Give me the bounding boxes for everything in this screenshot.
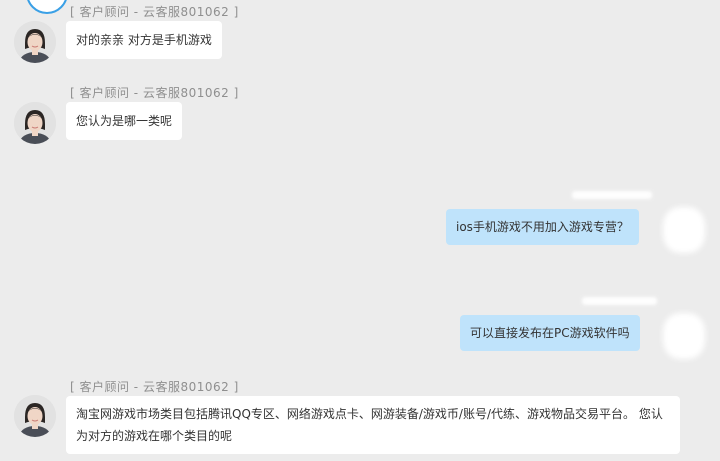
agent-message-bubble: 对的亲亲 对方是手机游戏: [66, 21, 222, 59]
agent-message-bubble: 您认为是哪一类呢: [66, 102, 183, 140]
user-message-bubble: ios手机游戏不用加入游戏专营？: [446, 209, 639, 245]
agent-avatar: [14, 102, 56, 144]
agent-avatar: [14, 395, 56, 437]
message-text: 您认为是哪一类呢: [76, 114, 173, 128]
redacted-user-avatar: [663, 313, 705, 359]
chat-window: [ 客户顾问 - 云客服801062 ] 对的亲亲 对方是手机游戏 [ 客户顾问…: [0, 0, 720, 461]
sender-label: [ 客户顾问 - 云客服801062 ]: [70, 5, 239, 19]
redacted-user-name: [572, 191, 652, 199]
redacted-user-name: [582, 297, 657, 305]
user-message-bubble: 可以直接发布在PC游戏软件吗: [460, 315, 640, 351]
message-text: 淘宝网游戏市场类目包括腾讯QQ专区、网络游戏点卡、网游装备/游戏币/账号/代练、…: [76, 407, 663, 443]
sender-label: [ 客户顾问 - 云客服801062 ]: [70, 86, 239, 100]
sender-label: [ 客户顾问 - 云客服801062 ]: [70, 380, 239, 394]
agent-avatar: [14, 21, 56, 63]
message-text: 可以直接发布在PC游戏软件吗: [470, 326, 630, 340]
message-text: 对的亲亲 对方是手机游戏: [76, 33, 212, 47]
message-text: ios手机游戏不用加入游戏专营？: [456, 220, 629, 234]
redacted-user-avatar: [663, 207, 705, 253]
agent-message-bubble: 淘宝网游戏市场类目包括腾讯QQ专区、网络游戏点卡、网游装备/游戏币/账号/代练、…: [66, 396, 680, 454]
avatar: [26, 0, 68, 14]
